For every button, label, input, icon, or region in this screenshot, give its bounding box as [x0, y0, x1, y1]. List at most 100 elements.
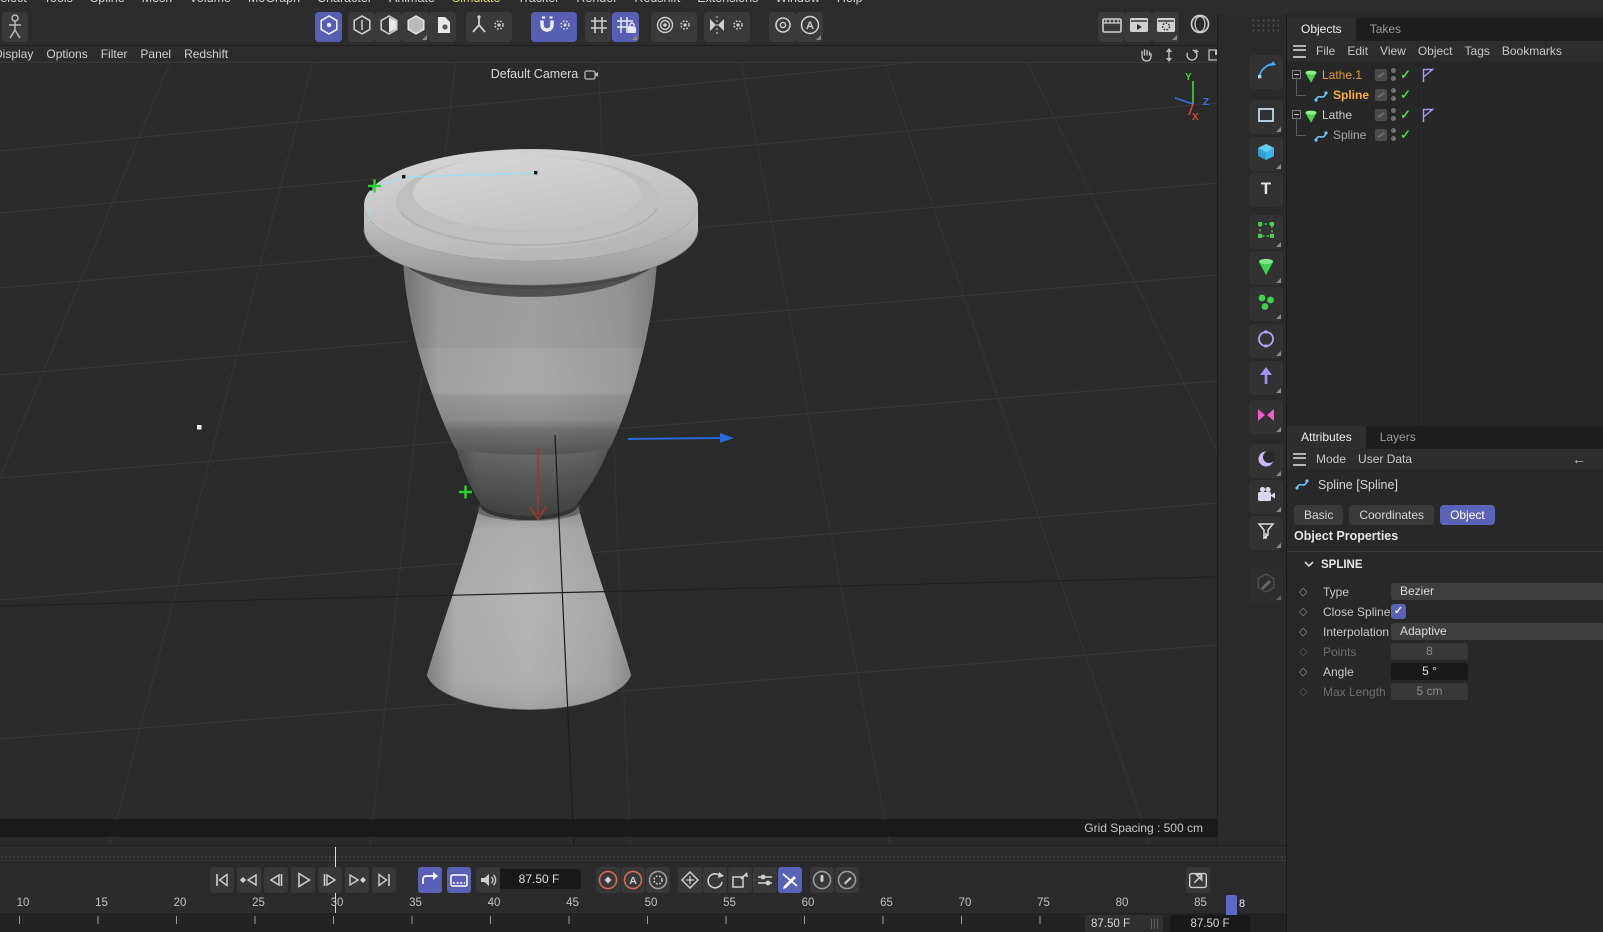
- tab-attributes[interactable]: Attributes: [1287, 426, 1366, 449]
- annotation-a-button[interactable]: A: [796, 12, 823, 42]
- objects-menu-view[interactable]: View: [1380, 44, 1406, 58]
- current-frame-field[interactable]: 87.50 F: [497, 869, 581, 889]
- rec-gear-button[interactable]: [646, 867, 670, 893]
- viewport-canvas[interactable]: [0, 63, 1217, 845]
- key-pla-button[interactable]: [778, 867, 802, 893]
- attr-tab-object[interactable]: Object: [1440, 505, 1495, 525]
- camera-menu-icon[interactable]: [584, 69, 599, 83]
- object-name-label[interactable]: Lathe.1: [1322, 68, 1362, 82]
- attr-checkbox[interactable]: ✓: [1391, 604, 1406, 619]
- range-slider[interactable]: 87.50 F: [1085, 915, 1163, 932]
- objects-menu-edit[interactable]: Edit: [1347, 44, 1368, 58]
- object-name-label[interactable]: Spline: [1333, 128, 1366, 142]
- workplane-lock-button[interactable]: [612, 12, 639, 42]
- menu-animate[interactable]: Animate: [389, 0, 435, 5]
- render-toggle[interactable]: [1375, 109, 1387, 121]
- viewport-menu-display[interactable]: Display: [0, 47, 33, 61]
- menu-mesh[interactable]: Mesh: [142, 0, 173, 5]
- key-diamond-icon[interactable]: ◇: [1299, 605, 1307, 618]
- object-name-label[interactable]: Lathe: [1322, 108, 1352, 122]
- render-picture-viewer-button[interactable]: [1125, 12, 1152, 42]
- palette-drag-handle[interactable]: [1251, 18, 1279, 32]
- spline-group-header[interactable]: SPLINE: [1303, 559, 1363, 571]
- primitive-cube-tool[interactable]: [1249, 137, 1283, 171]
- attr-dropdown[interactable]: Bezier: [1391, 583, 1603, 600]
- rec-key-button[interactable]: [596, 867, 620, 893]
- attributes-menu-menu-icon[interactable]: [1293, 453, 1306, 466]
- attributes-menu-user-data[interactable]: User Data: [1358, 452, 1412, 466]
- objects-menu-object[interactable]: Object: [1418, 44, 1453, 58]
- interactive-render-button[interactable]: [1186, 12, 1213, 42]
- menu-redshift[interactable]: Redshift: [634, 0, 680, 5]
- skip-end-button[interactable]: [372, 867, 396, 893]
- mode-hex-half-button[interactable]: [375, 12, 402, 42]
- field-ring-tool[interactable]: [1249, 324, 1283, 358]
- objects-menu-tags[interactable]: Tags: [1465, 44, 1490, 58]
- tab-layers[interactable]: Layers: [1366, 426, 1430, 449]
- viewport-menu-panel[interactable]: Panel: [140, 47, 171, 61]
- visibility-dots[interactable]: [1391, 88, 1396, 104]
- cloner-tool[interactable]: [1249, 287, 1283, 321]
- attr-field[interactable]: 5 °: [1391, 663, 1468, 680]
- render-toggle[interactable]: [1375, 129, 1387, 141]
- loop-button[interactable]: [418, 867, 442, 893]
- symmetry-settings-button[interactable]: [704, 12, 750, 42]
- key-pos-button[interactable]: [678, 867, 702, 893]
- range-end-field[interactable]: 87.50 F: [1170, 915, 1250, 932]
- camera-tool[interactable]: [1249, 480, 1283, 514]
- skip-start-button[interactable]: [210, 867, 234, 893]
- menu-spline[interactable]: Spline: [90, 0, 125, 5]
- target-ring-button[interactable]: [769, 12, 796, 42]
- render-toggle[interactable]: [1375, 69, 1387, 81]
- instance-tool[interactable]: [1249, 361, 1283, 395]
- edit-cage-tool[interactable]: [1249, 215, 1283, 249]
- viewport-menu-filter[interactable]: Filter: [101, 47, 128, 61]
- tree-row-spline-1[interactable]: Spline ✓: [1287, 85, 1603, 105]
- volume-tool[interactable]: [1249, 444, 1283, 478]
- workplane-grid-button[interactable]: [585, 12, 612, 42]
- objects-menu-bookmarks[interactable]: Bookmarks: [1502, 44, 1562, 58]
- prev-frame-button[interactable]: [264, 867, 288, 893]
- symmetry-tool[interactable]: [1249, 400, 1283, 434]
- mode-hex-corner-button[interactable]: [429, 12, 456, 42]
- range-box-button[interactable]: [447, 867, 471, 893]
- menu-render[interactable]: Render: [576, 0, 617, 5]
- camera-label[interactable]: Default Camera: [430, 67, 660, 83]
- visibility-dots[interactable]: [1391, 128, 1396, 144]
- spline-pen-tool[interactable]: [1249, 55, 1283, 89]
- key-diamond-icon[interactable]: ◇: [1299, 645, 1307, 658]
- enabled-check-icon[interactable]: ✓: [1400, 67, 1411, 83]
- axis-settings-button[interactable]: [466, 12, 512, 42]
- key-diamond-icon[interactable]: ◇: [1299, 625, 1307, 638]
- mode-hex-dot-button[interactable]: [315, 12, 342, 42]
- enabled-check-icon[interactable]: ✓: [1400, 127, 1411, 143]
- tree-row-lathe.1-0[interactable]: Lathe.1 ✓: [1287, 65, 1603, 85]
- enabled-check-icon[interactable]: ✓: [1400, 87, 1411, 103]
- key-diamond-icon[interactable]: ◇: [1299, 585, 1307, 598]
- quantize-settings-button[interactable]: [651, 12, 697, 42]
- tree-row-lathe-2[interactable]: Lathe ✓: [1287, 105, 1603, 125]
- enabled-check-icon[interactable]: ✓: [1400, 107, 1411, 123]
- solo-a-button[interactable]: [810, 867, 834, 893]
- tab-takes[interactable]: Takes: [1356, 18, 1415, 41]
- render-toggle[interactable]: [1375, 89, 1387, 101]
- key-diamond-icon[interactable]: ◇: [1299, 685, 1307, 698]
- objects-menu-file[interactable]: File: [1316, 44, 1335, 58]
- smoothing-tag-icon[interactable]: [1421, 108, 1435, 126]
- key-param-button[interactable]: [753, 867, 777, 893]
- stage-tool[interactable]: [1249, 516, 1283, 550]
- tab-objects[interactable]: Objects: [1287, 18, 1356, 41]
- menu-mograph[interactable]: MoGraph: [248, 0, 300, 5]
- rec-auto-button[interactable]: A: [621, 867, 645, 893]
- objects-menu-menu-icon[interactable]: [1293, 45, 1306, 58]
- key-scale-button[interactable]: [728, 867, 752, 893]
- mode-hex-solid-button[interactable]: [402, 12, 429, 42]
- history-back-icon[interactable]: ←: [1572, 451, 1586, 467]
- menu-help[interactable]: Help: [837, 0, 863, 5]
- object-name-label[interactable]: Spline: [1333, 88, 1369, 102]
- menu-extensions[interactable]: Extensions: [697, 0, 758, 5]
- menu-volume[interactable]: Volume: [189, 0, 231, 5]
- menu-character[interactable]: Character: [317, 0, 372, 5]
- range-slider-grip[interactable]: [1151, 919, 1160, 929]
- visibility-dots[interactable]: [1391, 68, 1396, 84]
